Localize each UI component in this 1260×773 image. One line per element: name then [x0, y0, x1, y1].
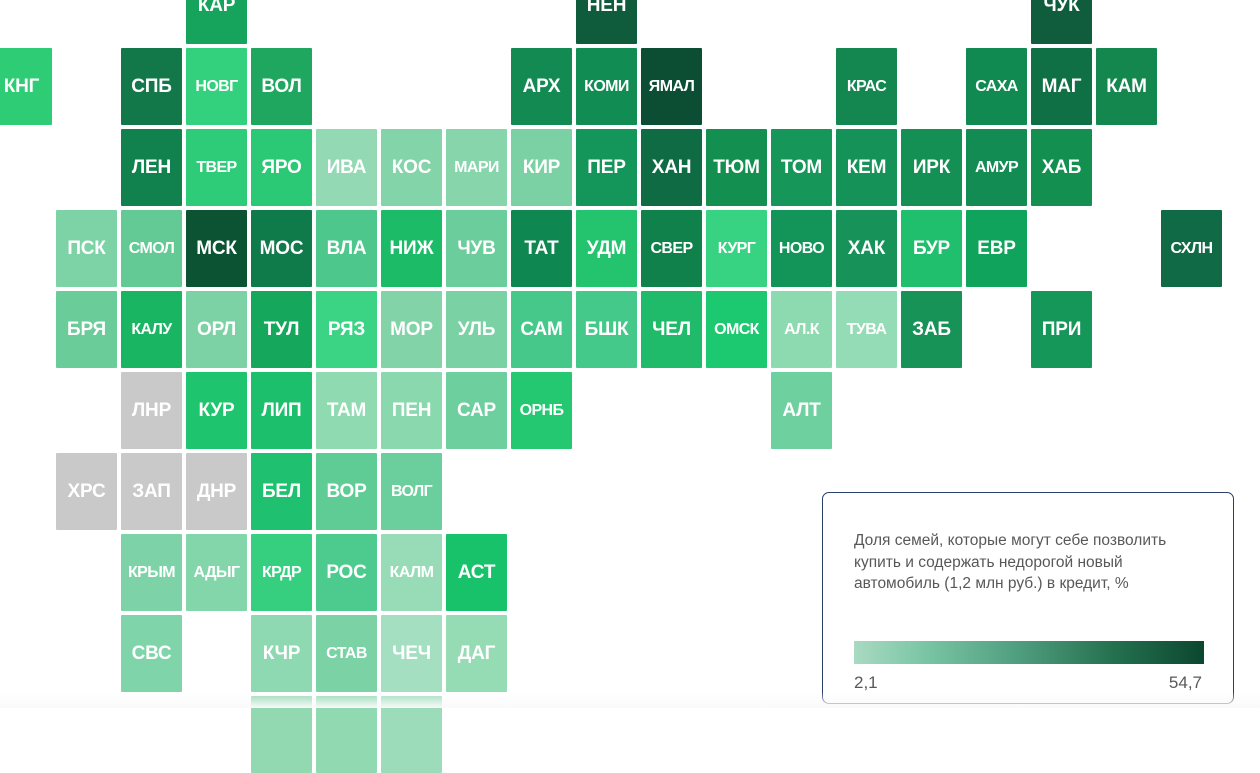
legend-max-label: 54,7	[1168, 673, 1202, 692]
legend-min-label: 2,1	[854, 673, 878, 692]
region-tile-КЕМ[interactable]: КЕМ	[836, 129, 897, 206]
region-tile-ОРЛ[interactable]: ОРЛ	[186, 291, 247, 368]
region-tile-ПРИ[interactable]: ПРИ	[1031, 291, 1092, 368]
region-tile-БРЯ[interactable]: БРЯ	[56, 291, 117, 368]
region-tile-АСТ[interactable]: АСТ	[446, 534, 507, 611]
region-tile-СХЛН[interactable]: СХЛН	[1161, 210, 1222, 287]
region-tile-СМОЛ[interactable]: СМОЛ	[121, 210, 182, 287]
region-tile-САМ[interactable]: САМ	[511, 291, 572, 368]
region-tile-ТУВА[interactable]: ТУВА	[836, 291, 897, 368]
region-tile-ХАБ[interactable]: ХАБ	[1031, 129, 1092, 206]
region-tile-НИЖ[interactable]: НИЖ	[381, 210, 442, 287]
region-tile-ЗАБ[interactable]: ЗАБ	[901, 291, 962, 368]
region-tile-КРАС[interactable]: КРАС	[836, 48, 897, 125]
region-tile-УЛЬ[interactable]: УЛЬ	[446, 291, 507, 368]
region-tile-ЧУВ[interactable]: ЧУВ	[446, 210, 507, 287]
region-tile-ЧЕЛ[interactable]: ЧЕЛ	[641, 291, 702, 368]
region-tile-ЯМАЛ[interactable]: ЯМАЛ	[641, 48, 702, 125]
region-tile-ПЕР[interactable]: ПЕР	[576, 129, 637, 206]
region-tile-МСК[interactable]: МСК	[186, 210, 247, 287]
region-tile-ТВЕР[interactable]: ТВЕР	[186, 129, 247, 206]
region-tile-АДЫГ[interactable]: АДЫГ	[186, 534, 247, 611]
region-tile-БШК[interactable]: БШК	[576, 291, 637, 368]
legend-panel: Доля семей, которые могут себе позволить…	[822, 492, 1234, 704]
region-tile-КРДР[interactable]: КРДР	[251, 534, 312, 611]
region-tile-ТУЛ[interactable]: ТУЛ	[251, 291, 312, 368]
region-tile-НЕН[interactable]: НЕН	[576, 0, 637, 44]
region-tile-ЛЕН[interactable]: ЛЕН	[121, 129, 182, 206]
region-tile-ЕВР[interactable]: ЕВР	[966, 210, 1027, 287]
region-tile-РОС[interactable]: РОС	[316, 534, 377, 611]
region-tile-МАРИ[interactable]: МАРИ	[446, 129, 507, 206]
region-tile-ВОЛ[interactable]: ВОЛ	[251, 48, 312, 125]
region-tile-ЛИП[interactable]: ЛИП	[251, 372, 312, 449]
region-tile-ДАГ[interactable]: ДАГ	[446, 615, 507, 692]
region-tile-ХАК[interactable]: ХАК	[836, 210, 897, 287]
region-tile-КУР[interactable]: КУР	[186, 372, 247, 449]
region-tile-МОР[interactable]: МОР	[381, 291, 442, 368]
legend-gradient-bar	[854, 641, 1204, 664]
region-tile-АЛТ[interactable]: АЛТ	[771, 372, 832, 449]
region-tile-КАЛМ[interactable]: КАЛМ	[381, 534, 442, 611]
region-tile-КАМ[interactable]: КАМ	[1096, 48, 1157, 125]
region-tile-ЧУК[interactable]: ЧУК	[1031, 0, 1092, 44]
region-tile-БУР[interactable]: БУР	[901, 210, 962, 287]
region-tile-НОВО[interactable]: НОВО	[771, 210, 832, 287]
region-tile-КИР[interactable]: КИР	[511, 129, 572, 206]
region-tile-ТЮМ[interactable]: ТЮМ	[706, 129, 767, 206]
region-tile-ЗАП[interactable]: ЗАП	[121, 453, 182, 530]
region-tile-ИРК[interactable]: ИРК	[901, 129, 962, 206]
region-tile-АЛ.К[interactable]: АЛ.К	[771, 291, 832, 368]
region-tile-ОМСК[interactable]: ОМСК	[706, 291, 767, 368]
region-tile-ДНР[interactable]: ДНР	[186, 453, 247, 530]
region-tile-ТАМ[interactable]: ТАМ	[316, 372, 377, 449]
region-tile-ХРС[interactable]: ХРС	[56, 453, 117, 530]
region-tile-КУРГ[interactable]: КУРГ	[706, 210, 767, 287]
region-tile-МОС[interactable]: МОС	[251, 210, 312, 287]
region-tile-НОВГ[interactable]: НОВГ	[186, 48, 247, 125]
region-tile-КОМИ[interactable]: КОМИ	[576, 48, 637, 125]
region-tile-САХА[interactable]: САХА	[966, 48, 1027, 125]
region-tile-АМУР[interactable]: АМУР	[966, 129, 1027, 206]
region-tile-БЕЛ[interactable]: БЕЛ	[251, 453, 312, 530]
region-tile-ПЕН[interactable]: ПЕН	[381, 372, 442, 449]
region-tile-ЛНР[interactable]: ЛНР	[121, 372, 182, 449]
region-tile-ЯРО[interactable]: ЯРО	[251, 129, 312, 206]
region-tile-КНГ[interactable]: КНГ	[0, 48, 52, 125]
region-tile-ВЛА[interactable]: ВЛА	[316, 210, 377, 287]
region-tile-АРХ[interactable]: АРХ	[511, 48, 572, 125]
region-tile-КЧР[interactable]: КЧР	[251, 615, 312, 692]
region-tile-ВОР[interactable]: ВОР	[316, 453, 377, 530]
region-tile-УДМ[interactable]: УДМ	[576, 210, 637, 287]
region-tile-РЯЗ[interactable]: РЯЗ	[316, 291, 377, 368]
region-tile-ХАН[interactable]: ХАН	[641, 129, 702, 206]
region-tile-ЧЕЧ[interactable]: ЧЕЧ	[381, 615, 442, 692]
region-tile-СВС[interactable]: СВС	[121, 615, 182, 692]
region-tile-ИВА[interactable]: ИВА	[316, 129, 377, 206]
region-tile-ПСК[interactable]: ПСК	[56, 210, 117, 287]
region-tile-СВЕР[interactable]: СВЕР	[641, 210, 702, 287]
region-tile-КОС[interactable]: КОС	[381, 129, 442, 206]
region-tile-СПБ[interactable]: СПБ	[121, 48, 182, 125]
region-tile-КРЫМ[interactable]: КРЫМ	[121, 534, 182, 611]
region-tile-КАЛУ[interactable]: КАЛУ	[121, 291, 182, 368]
region-tile-ТАТ[interactable]: ТАТ	[511, 210, 572, 287]
region-tile-ВОЛГ[interactable]: ВОЛГ	[381, 453, 442, 530]
region-tile-ТОМ[interactable]: ТОМ	[771, 129, 832, 206]
legend-caption: Доля семей, которые могут себе позволить…	[854, 532, 1167, 592]
region-tile-СТАВ[interactable]: СТАВ	[316, 615, 377, 692]
region-tile-ОРНБ[interactable]: ОРНБ	[511, 372, 572, 449]
region-tile-КАР[interactable]: КАР	[186, 0, 247, 44]
region-tile-МАГ[interactable]: МАГ	[1031, 48, 1092, 125]
region-tile-САР[interactable]: САР	[446, 372, 507, 449]
